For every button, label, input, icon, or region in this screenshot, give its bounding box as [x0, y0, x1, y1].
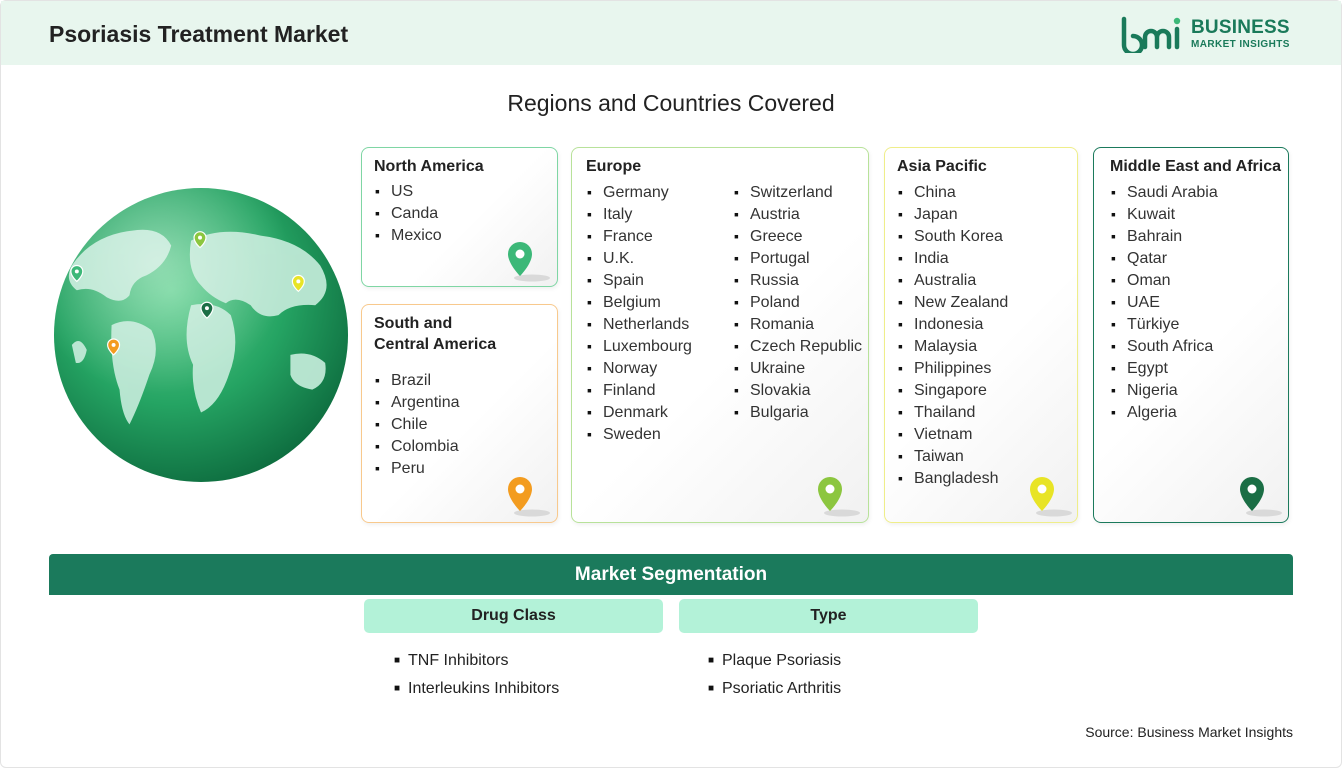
map-pin-icon: [1030, 477, 1072, 517]
list-item: Sweden: [587, 423, 692, 445]
list-item: Türkiye: [1111, 313, 1218, 335]
list-item: Portugal: [734, 247, 862, 269]
list-item: Greece: [734, 225, 862, 247]
list-item: UAE: [1111, 291, 1218, 313]
regions-title: Regions and Countries Covered: [507, 90, 835, 116]
drug-class-list: TNF Inhibitors Interleukins Inhibitors: [394, 647, 559, 703]
list-item: Oman: [1111, 269, 1218, 291]
list-item: Ukraine: [734, 357, 862, 379]
region-card-asia-pacific: Asia Pacific China Japan South Korea Ind…: [884, 147, 1078, 523]
list-item: Qatar: [1111, 247, 1218, 269]
region-title: Asia Pacific: [897, 158, 987, 175]
list-item: TNF Inhibitors: [394, 647, 559, 675]
country-list-col1: Germany Italy France U.K. Spain Belgium …: [587, 181, 692, 445]
market-segmentation-header: Market Segmentation: [49, 554, 1293, 595]
segment-heading-type: Type: [679, 599, 978, 633]
list-item: Taiwan: [898, 445, 1008, 467]
list-item: Denmark: [587, 401, 692, 423]
list-item: Algeria: [1111, 401, 1218, 423]
list-item: Thailand: [898, 401, 1008, 423]
list-item: Bulgaria: [734, 401, 862, 423]
header: Psoriasis Treatment Market BUSINESS MARK…: [1, 1, 1341, 65]
region-title-line: Central America: [374, 336, 497, 353]
list-item: Finland: [587, 379, 692, 401]
list-item: Australia: [898, 269, 1008, 291]
list-item: Indonesia: [898, 313, 1008, 335]
list-item: China: [898, 181, 1008, 203]
list-item: Singapore: [898, 379, 1008, 401]
country-list: China Japan South Korea India Australia …: [898, 181, 1008, 489]
list-item: Germany: [587, 181, 692, 203]
segment-heading-drug-class: Drug Class: [364, 599, 663, 633]
list-item: Egypt: [1111, 357, 1218, 379]
list-item: Norway: [587, 357, 692, 379]
list-item: Spain: [587, 269, 692, 291]
list-item: Bahrain: [1111, 225, 1218, 247]
list-item: Russia: [734, 269, 862, 291]
region-card-north-america: North America US Canda Mexico: [361, 147, 558, 287]
region-title: South and Central America: [374, 313, 496, 355]
list-item: France: [587, 225, 692, 247]
list-item: Interleukins Inhibitors: [394, 675, 559, 703]
list-item: Saudi Arabia: [1111, 181, 1218, 203]
list-item: Chile: [375, 413, 460, 435]
list-item: Austria: [734, 203, 862, 225]
country-list: Saudi Arabia Kuwait Bahrain Qatar Oman U…: [1111, 181, 1218, 423]
list-item: Luxembourg: [587, 335, 692, 357]
country-list-col2: Switzerland Austria Greece Portugal Russ…: [734, 181, 862, 423]
globe-icon: [53, 187, 349, 483]
list-item: Peru: [375, 457, 460, 479]
map-pin-icon: [508, 242, 550, 282]
list-item: Vietnam: [898, 423, 1008, 445]
list-item: Romania: [734, 313, 862, 335]
list-item: Brazil: [375, 369, 460, 391]
list-item: Colombia: [375, 435, 460, 457]
list-item: Philippines: [898, 357, 1008, 379]
list-item: Netherlands: [587, 313, 692, 335]
region-card-south-central-america: South and Central America Brazil Argenti…: [361, 304, 558, 523]
list-item: Bangladesh: [898, 467, 1008, 489]
bmi-logo-icon: [1121, 16, 1181, 53]
region-title: Middle East and Africa: [1110, 158, 1281, 175]
list-item: U.K.: [587, 247, 692, 269]
list-item: US: [375, 180, 442, 202]
list-item: Czech Republic: [734, 335, 862, 357]
list-item: Switzerland: [734, 181, 862, 203]
logo-text-market-insights: MARKET INSIGHTS: [1191, 39, 1290, 50]
list-item: Belgium: [587, 291, 692, 313]
list-item: Argentina: [375, 391, 460, 413]
list-item: Canda: [375, 202, 442, 224]
list-item: South Africa: [1111, 335, 1218, 357]
list-item: Psoriatic Arthritis: [708, 675, 841, 703]
list-item: Kuwait: [1111, 203, 1218, 225]
type-list: Plaque Psoriasis Psoriatic Arthritis: [708, 647, 841, 703]
list-item: Plaque Psoriasis: [708, 647, 841, 675]
list-item: Malaysia: [898, 335, 1008, 357]
list-item: Slovakia: [734, 379, 862, 401]
logo-text-business: BUSINESS: [1191, 17, 1290, 38]
list-item: Italy: [587, 203, 692, 225]
region-title: Europe: [586, 158, 642, 175]
brand-logo: BUSINESS MARKET INSIGHTS: [1121, 15, 1301, 55]
page-title: Psoriasis Treatment Market: [49, 21, 349, 47]
region-title: North America: [374, 158, 484, 175]
list-item: Nigeria: [1111, 379, 1218, 401]
map-pin-icon: [508, 477, 550, 517]
list-item: Poland: [734, 291, 862, 313]
country-list: Brazil Argentina Chile Colombia Peru: [375, 369, 460, 479]
region-title-line: South and: [374, 315, 453, 332]
region-card-middle-east-africa: Middle East and Africa Saudi Arabia Kuwa…: [1093, 147, 1289, 523]
list-item: Japan: [898, 203, 1008, 225]
list-item: South Korea: [898, 225, 1008, 247]
list-item: India: [898, 247, 1008, 269]
list-item: New Zealand: [898, 291, 1008, 313]
map-pin-icon: [818, 477, 860, 517]
country-list: US Canda Mexico: [375, 180, 442, 246]
source-note: Source: Business Market Insights: [1085, 724, 1293, 740]
map-pin-icon: [1240, 477, 1282, 517]
region-card-europe: Europe Germany Italy France U.K. Spain B…: [571, 147, 869, 523]
list-item: Mexico: [375, 224, 442, 246]
